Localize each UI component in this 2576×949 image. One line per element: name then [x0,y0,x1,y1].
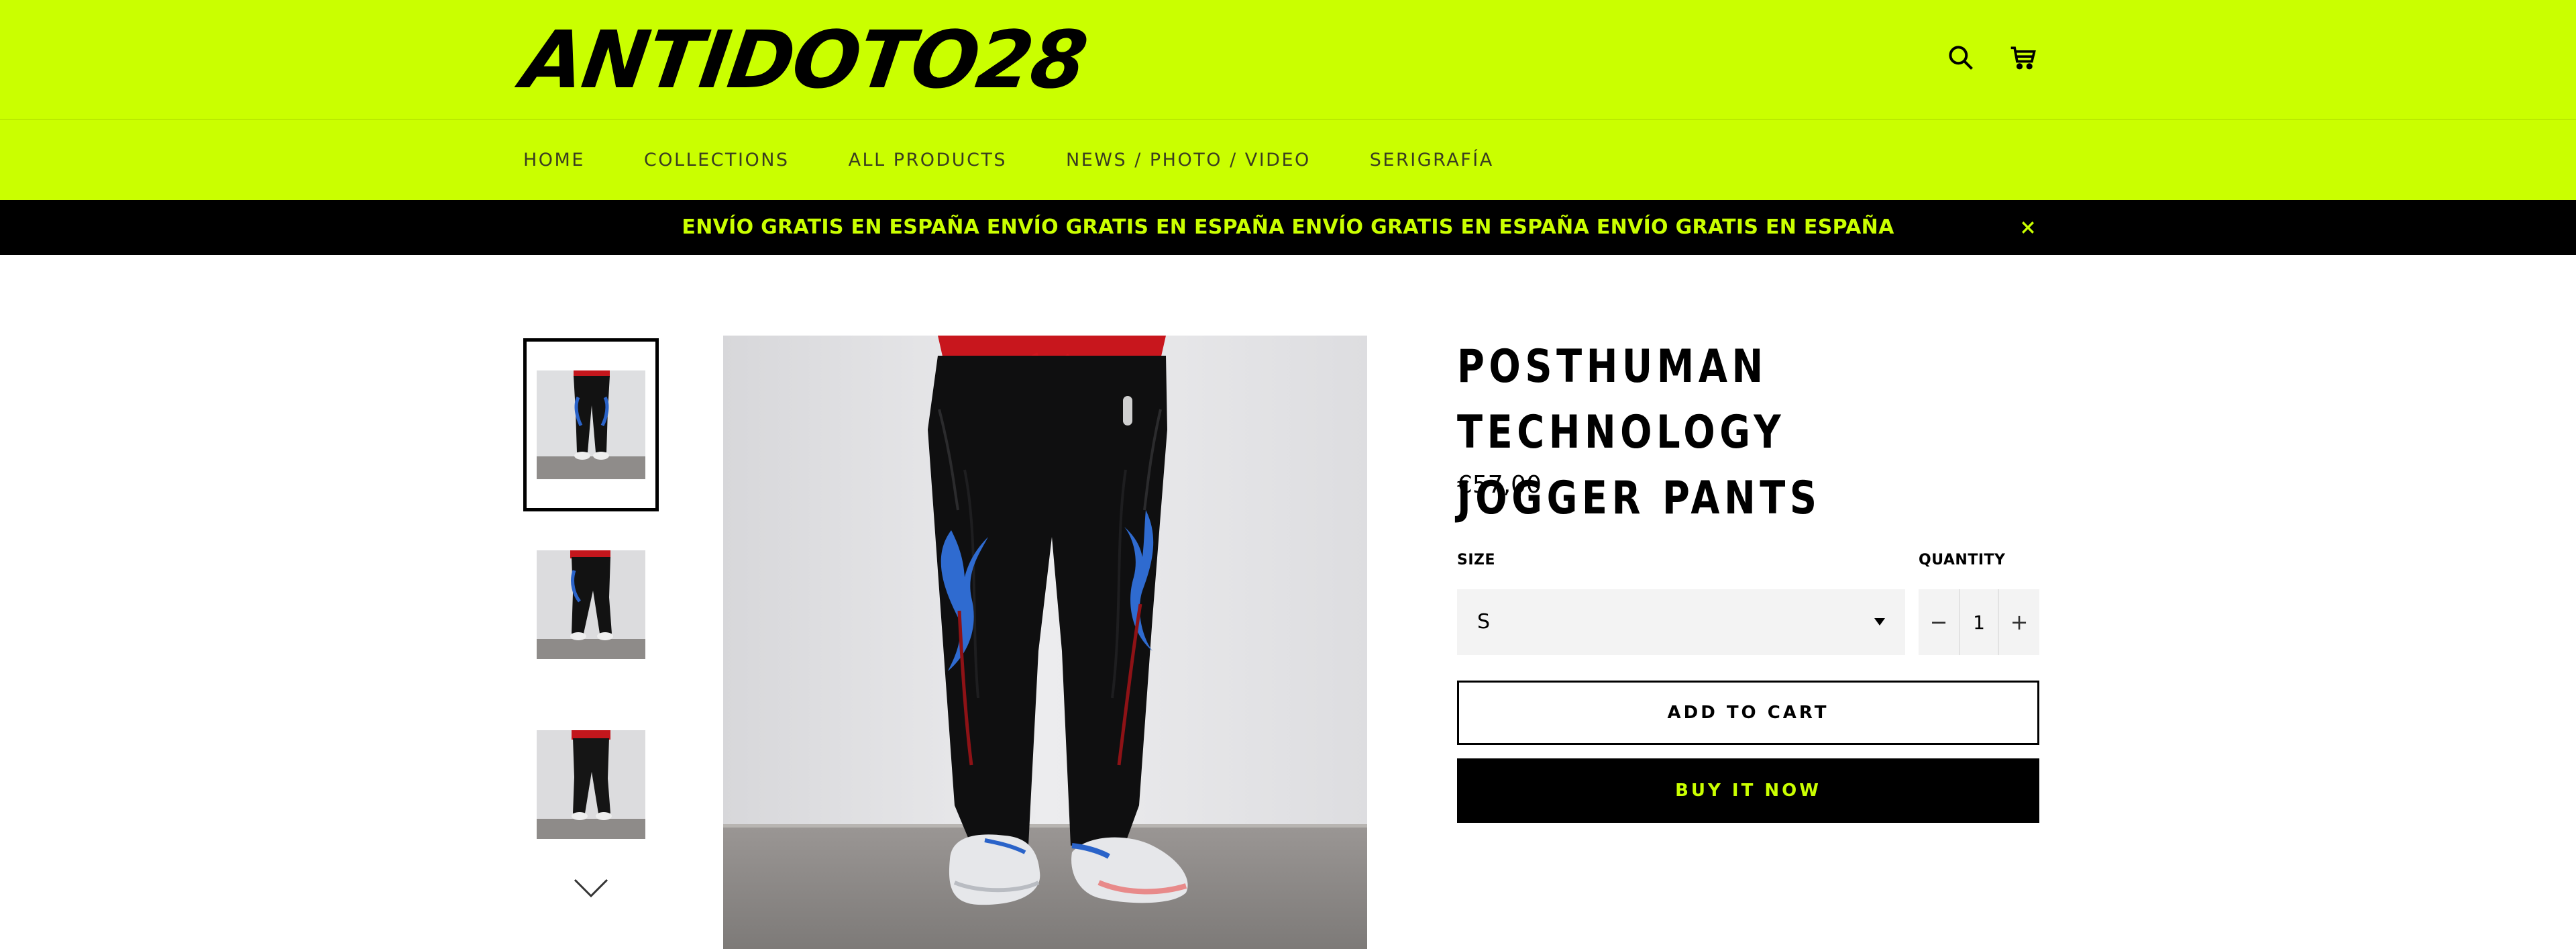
thumbnail-image [537,730,645,839]
add-to-cart-button[interactable]: ADD TO CART [1457,681,2039,745]
buy-it-now-button[interactable]: BUY IT NOW [1457,758,2039,823]
nav-item-news[interactable]: NEWS / PHOTO / VIDEO [1066,150,1311,170]
brand-logo[interactable]: ANTIDOTO28 [517,13,1091,106]
nav-item-collections[interactable]: COLLECTIONS [644,150,790,170]
search-icon [1949,46,1973,70]
size-selected-value: S [1477,610,1491,634]
header-divider [0,119,2576,120]
announcement-text: ENVÍO GRATIS EN ESPAÑA ENVÍO GRATIS EN E… [682,215,1894,239]
quantity-increase-button[interactable]: + [1999,589,2039,655]
cart-icon [2010,46,2036,70]
product-main-image[interactable] [723,336,1367,949]
thumbnail-image [537,370,645,479]
thumbnail-3[interactable] [523,698,659,871]
nav-item-home[interactable]: HOME [523,150,585,170]
nav-item-all-products[interactable]: ALL PRODUCTS [849,150,1007,170]
chevron-down-icon[interactable] [572,876,610,900]
quantity-decrease-button[interactable]: − [1919,589,1959,655]
quantity-input[interactable]: 1 [1959,589,1999,655]
cart-button[interactable] [2004,39,2042,77]
quantity-label: QUANTITY [1919,552,2006,568]
caret-down-icon [1874,618,1885,626]
thumbnail-1[interactable] [523,338,659,511]
site-header: ANTIDOTO28 HOME COLLECTIONS ALL PRODUCTS… [0,0,2576,200]
product-title: POSTHUMAN TECHNOLOGY JOGGER PANTS [1457,334,1952,532]
thumbnail-2[interactable] [523,518,659,691]
announcement-close-button[interactable] [2012,212,2043,243]
product-title-line-1: POSTHUMAN TECHNOLOGY [1457,340,1786,459]
size-select[interactable]: S [1457,589,1905,655]
size-label: SIZE [1457,552,1496,568]
nav-item-serigrafia[interactable]: SERIGRAFÍA [1370,150,1494,170]
product-price: €57,00 [1457,471,1542,499]
thumbnail-image [537,550,645,659]
close-icon [2022,221,2034,234]
search-button[interactable] [1942,39,1980,77]
quantity-stepper: − 1 + [1919,589,2039,655]
announcement-bar: ENVÍO GRATIS EN ESPAÑA ENVÍO GRATIS EN E… [0,200,2576,255]
main-nav: HOME COLLECTIONS ALL PRODUCTS NEWS / PHO… [523,144,1553,176]
